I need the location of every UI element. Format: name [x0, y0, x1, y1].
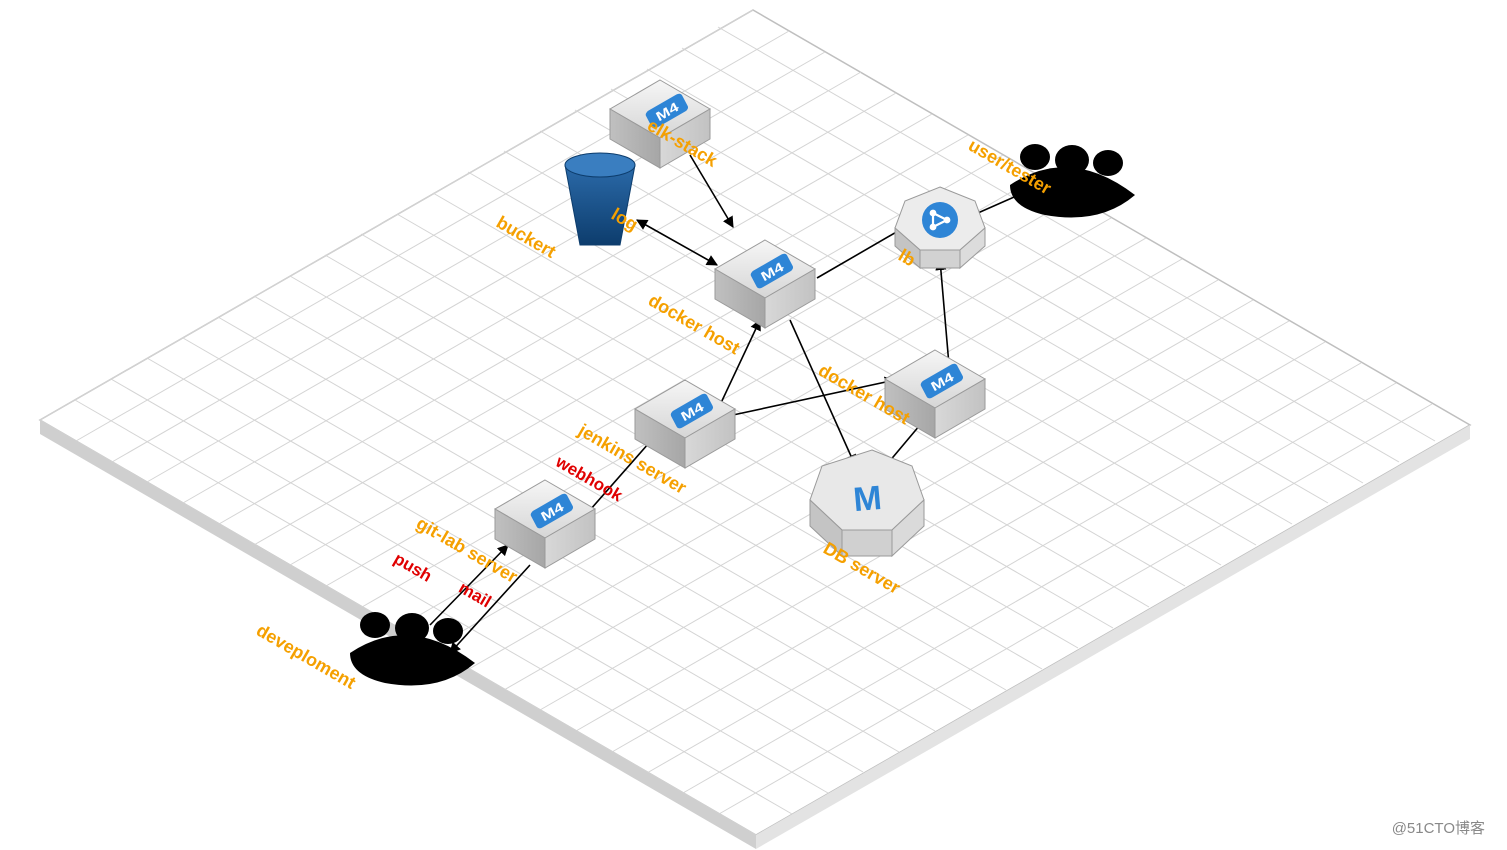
node-lb — [895, 187, 985, 268]
diagram-svg: M4 M4 — [0, 0, 1507, 850]
diagram-stage: M4 M4 — [0, 0, 1507, 850]
node-db: M — [810, 450, 924, 556]
watermark: @51CTO博客 — [1392, 817, 1485, 838]
db-letter: M — [852, 479, 884, 519]
node-users — [1010, 144, 1135, 218]
iso-grid — [40, 10, 1470, 849]
